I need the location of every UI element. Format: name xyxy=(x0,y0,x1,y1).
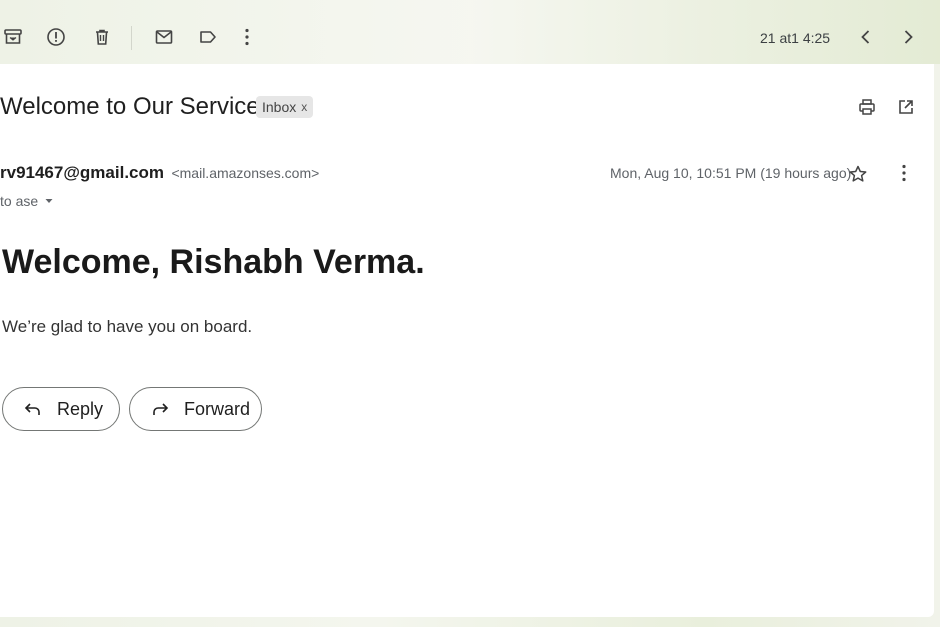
recipient-dropdown[interactable]: to ase xyxy=(0,193,54,209)
message-more-vert-icon[interactable] xyxy=(891,160,917,186)
toolbar-divider xyxy=(131,26,132,50)
remove-label-icon[interactable]: x xyxy=(301,100,307,114)
archive-icon[interactable] xyxy=(0,24,26,50)
email-body-text: We’re glad to have you on board. xyxy=(2,317,253,336)
star-icon[interactable] xyxy=(845,161,871,187)
mark-unread-icon[interactable] xyxy=(151,24,177,50)
forward-label: Forward xyxy=(184,398,251,419)
delete-icon[interactable] xyxy=(89,24,115,50)
chevron-left-icon[interactable] xyxy=(853,24,879,50)
reply-icon xyxy=(21,397,45,421)
sender-email: <mail.amazonses.com> xyxy=(171,165,320,181)
chevron-right-icon[interactable] xyxy=(895,24,921,50)
forward-icon xyxy=(148,397,172,421)
open-in-new-window-icon[interactable] xyxy=(893,94,919,120)
report-spam-icon[interactable] xyxy=(43,24,69,50)
more-vert-icon[interactable] xyxy=(234,24,260,50)
label-icon[interactable] xyxy=(195,24,221,50)
chevron-down-icon xyxy=(44,196,54,206)
sender-name[interactable]: rv91467@gmail.com xyxy=(0,163,164,182)
recipient-text: to ase xyxy=(0,193,39,209)
reply-label: Reply xyxy=(57,398,104,419)
email-view xyxy=(0,64,934,617)
reply-button[interactable]: Reply xyxy=(2,387,120,431)
inbox-label-chip[interactable]: Inbox x xyxy=(256,96,314,118)
label-chip-text: Inbox xyxy=(262,99,297,115)
sender-line: rv91467@gmail.com <mail.amazonses.com> xyxy=(0,163,319,183)
print-icon[interactable] xyxy=(854,94,880,120)
email-toolbar: 21 at1 4:25 xyxy=(0,0,940,64)
forward-button[interactable]: Forward xyxy=(129,387,262,431)
message-counter: 21 at1 4:25 xyxy=(760,30,831,46)
email-body-heading: Welcome, Rishabh Verma. xyxy=(2,243,425,281)
email-date: Mon, Aug 10, 10:51 PM (19 hours ago) xyxy=(610,165,852,181)
email-subject: Welcome to Our Service xyxy=(0,93,260,120)
